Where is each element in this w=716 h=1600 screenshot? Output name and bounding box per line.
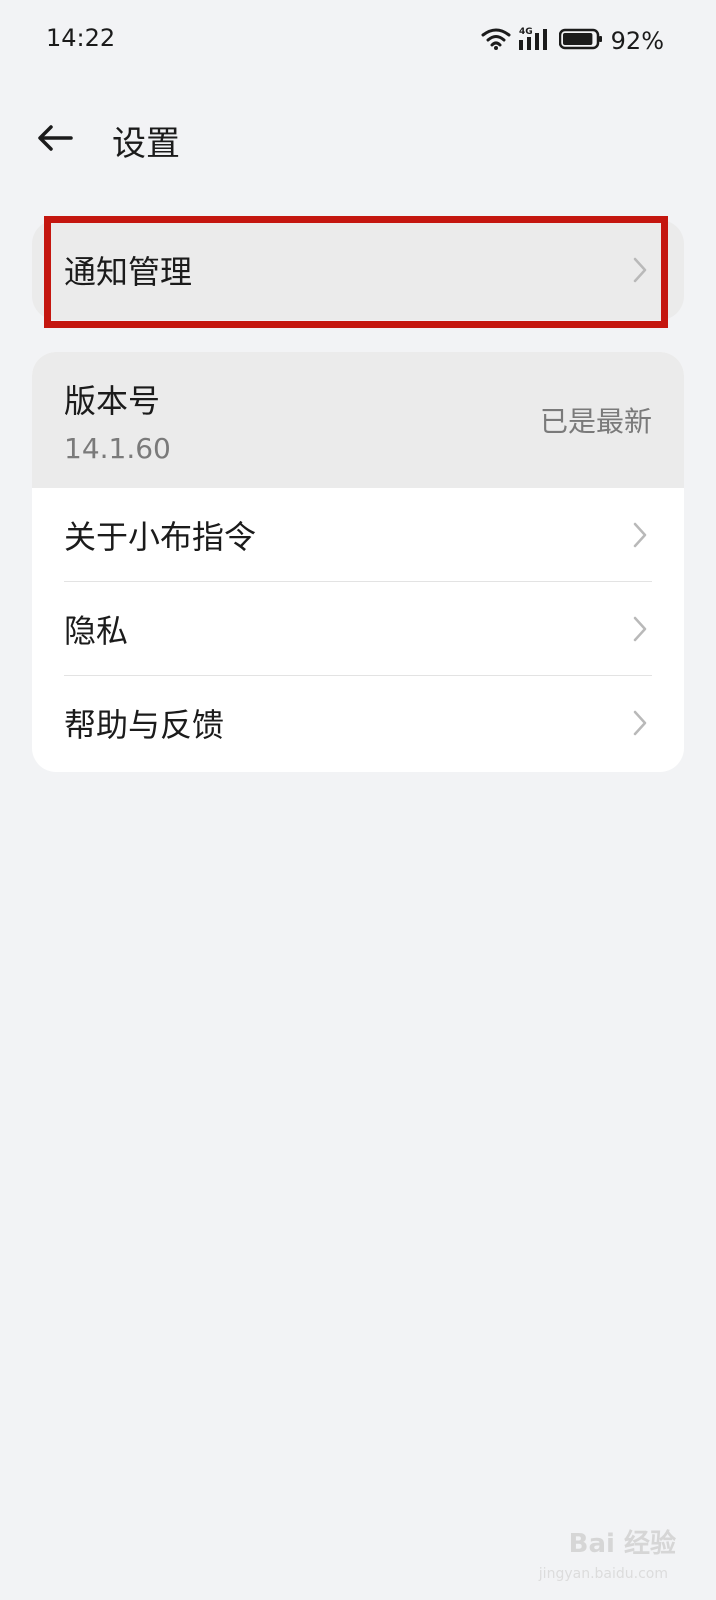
battery-icon	[558, 28, 603, 54]
version-info: 版本号 14.1.60	[64, 376, 171, 465]
list-item-about[interactable]: 关于小布指令	[32, 488, 684, 582]
header: 设置	[0, 100, 716, 180]
network-type-text: 4G	[519, 27, 533, 37]
list-item-label: 帮助与反馈	[64, 706, 225, 744]
status-time: 14:22	[46, 24, 116, 52]
list-item-label: 隐私	[64, 612, 129, 650]
status-bar: 14:22 4G 92%	[0, 0, 716, 80]
list-item-privacy[interactable]: 隐私	[32, 582, 684, 676]
notify-card: 通知管理	[32, 220, 684, 320]
version-row[interactable]: 版本号 14.1.60 已是最新	[32, 352, 684, 488]
chevron-right-icon	[628, 707, 652, 739]
watermark-url: jingyan.baidu.com	[538, 1566, 668, 1582]
status-icons: 4G 92%	[481, 24, 664, 58]
version-number: 14.1.60	[64, 431, 171, 465]
page-title: 设置	[112, 124, 180, 164]
list-item-label: 关于小布指令	[64, 518, 257, 556]
chevron-right-icon	[628, 519, 652, 551]
wifi-icon	[481, 27, 511, 55]
watermark-brand: Bai 经验	[568, 1529, 676, 1559]
signal-icon: 4G	[518, 26, 551, 56]
back-button[interactable]	[30, 118, 80, 162]
arrow-left-icon	[35, 123, 75, 157]
settings-card: 版本号 14.1.60 已是最新 关于小布指令 隐私 帮助与反馈	[32, 352, 684, 772]
notify-row[interactable]: 通知管理	[32, 220, 684, 320]
list-item-help[interactable]: 帮助与反馈	[32, 676, 684, 770]
notify-label: 通知管理	[64, 253, 193, 291]
version-label: 版本号	[64, 381, 161, 420]
chevron-right-icon	[628, 613, 652, 645]
chevron-right-icon	[628, 254, 652, 286]
battery-percent: 92%	[610, 27, 664, 55]
version-status: 已是最新	[539, 405, 652, 438]
